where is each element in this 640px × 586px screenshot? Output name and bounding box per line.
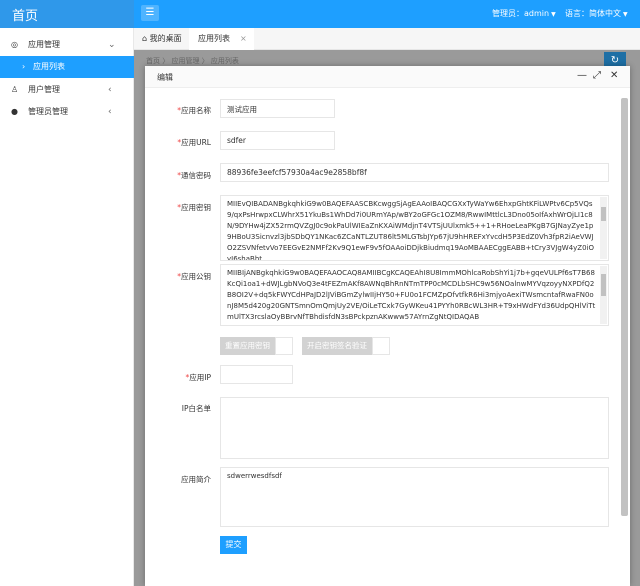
tab-label: 我的桌面 — [149, 34, 182, 43]
app-name-label: *应用名称 — [177, 106, 211, 115]
sidebar: ◎ 应用管理 ⌄ › 应用列表 ♙ 用户管理 ‹ ● 管理员管理 ‹ — [0, 28, 134, 586]
close-icon[interactable]: ✕ — [610, 70, 618, 81]
sidebar-item-label: 应用管理 — [28, 40, 60, 49]
reset-key-toggle[interactable] — [275, 337, 293, 355]
public-key-text: MIIBIjANBgkqhkiG9w0BAQEFAAOCAQ8AMIIBCgKC… — [227, 269, 596, 321]
ip-whitelist-textarea[interactable] — [220, 397, 609, 459]
app-ip-input[interactable] — [220, 365, 293, 384]
app-ip-label: *应用IP — [185, 373, 212, 382]
sidebar-item-app-list[interactable]: › 应用列表 — [0, 56, 134, 78]
app-name-input[interactable]: 测试应用 — [220, 99, 335, 118]
tab-my-desktop[interactable]: ⌂ 我的桌面 — [142, 28, 182, 50]
scrollbar-thumb[interactable] — [601, 207, 606, 221]
app-intro-label: 应用简介 — [181, 475, 211, 484]
close-icon[interactable]: × — [240, 28, 247, 50]
ip-whitelist-label: IP白名单 — [181, 404, 211, 413]
home-icon: ⌂ — [142, 34, 148, 43]
user-icon: ♙ — [11, 85, 19, 94]
breadcrumb: 首页 〉 应用管理 〉 应用列表 — [146, 57, 239, 65]
language-label: 语言：简体中文 — [565, 9, 621, 18]
modal-title: 编辑 — [157, 73, 173, 82]
private-key-label: *应用密钥 — [177, 203, 211, 212]
reset-key-button[interactable]: 重置应用密钥 — [220, 337, 275, 355]
chevron-down-icon: ⌄ — [108, 40, 116, 50]
menu-toggle-icon[interactable]: ☰ — [141, 5, 159, 21]
circle-settings-icon: ◎ — [11, 40, 18, 49]
signature-toggle[interactable] — [372, 337, 390, 355]
app-url-label: *应用URL — [177, 138, 211, 147]
modal-title-bar: 编辑 — ⤢ ✕ — [145, 66, 630, 88]
sidebar-item-user-management[interactable]: ♙ 用户管理 ‹ — [0, 79, 134, 101]
private-key-textarea[interactable]: MIIEvQIBADANBgkqhkiG9w0BAQEFAASCBKcwggSj… — [220, 195, 609, 261]
public-key-label: *应用公钥 — [177, 272, 211, 281]
textarea-scrollbar[interactable] — [600, 197, 607, 259]
sidebar-item-label: 应用列表 — [33, 62, 65, 71]
admin-user-label: 管理员：admin — [492, 9, 550, 18]
edit-modal: 编辑 — ⤢ ✕ *应用名称 测试应用 *应用URL sdfer *通信密码 8… — [145, 66, 630, 586]
sidebar-item-app-management[interactable]: ◎ 应用管理 ⌄ — [0, 34, 134, 56]
textarea-scrollbar[interactable] — [600, 266, 607, 324]
minimize-icon[interactable]: — — [577, 70, 587, 81]
chevron-left-icon: ‹ — [108, 85, 112, 95]
tab-label: 应用列表 — [198, 34, 230, 43]
admin-icon: ● — [11, 107, 18, 116]
top-header: 首页 ☰ 管理员：admin ▼ 语言：简体中文 ▼ — [0, 0, 640, 28]
sidebar-item-label: 用户管理 — [28, 85, 60, 94]
modal-scrollbar[interactable] — [621, 98, 628, 516]
public-key-textarea[interactable]: MIIBIjANBgkqhkiG9w0BAQEFAAOCAQ8AMIIBCgKC… — [220, 264, 609, 326]
app-intro-textarea[interactable]: sdwerrwesdfsdf — [220, 467, 609, 527]
caret-down-icon: ▼ — [551, 11, 556, 18]
submit-button[interactable]: 提交 — [220, 536, 247, 554]
app-url-input[interactable]: sdfer — [220, 131, 335, 150]
language-menu[interactable]: 语言：简体中文 ▼ — [565, 8, 628, 19]
brand-area: 首页 — [0, 0, 134, 28]
private-key-text: MIIEvQIBADANBgkqhkiG9w0BAQEFAASCBKcwggSj… — [227, 200, 595, 261]
chevron-right-icon: › — [22, 62, 26, 71]
comm-key-input[interactable]: 88936fe3eefcf57930a4ac9e2858bf8f — [220, 163, 609, 182]
sidebar-item-label: 管理员管理 — [28, 107, 68, 116]
admin-user-menu[interactable]: 管理员：admin ▼ — [492, 8, 556, 19]
comm-key-label: *通信密码 — [177, 171, 211, 180]
enable-signature-button[interactable]: 开启密钥签名验证 — [302, 337, 372, 355]
tab-app-list[interactable]: 应用列表 × — [189, 28, 254, 50]
chevron-left-icon: ‹ — [108, 107, 112, 117]
brand-home-link[interactable]: 首页 — [12, 5, 38, 24]
tab-bar: ⌂ 我的桌面 应用列表 × — [134, 28, 640, 50]
caret-down-icon: ▼ — [623, 11, 628, 18]
maximize-icon[interactable]: ⤢ — [593, 70, 601, 81]
sidebar-item-admin-management[interactable]: ● 管理员管理 ‹ — [0, 101, 134, 123]
scrollbar-thumb[interactable] — [601, 274, 606, 296]
